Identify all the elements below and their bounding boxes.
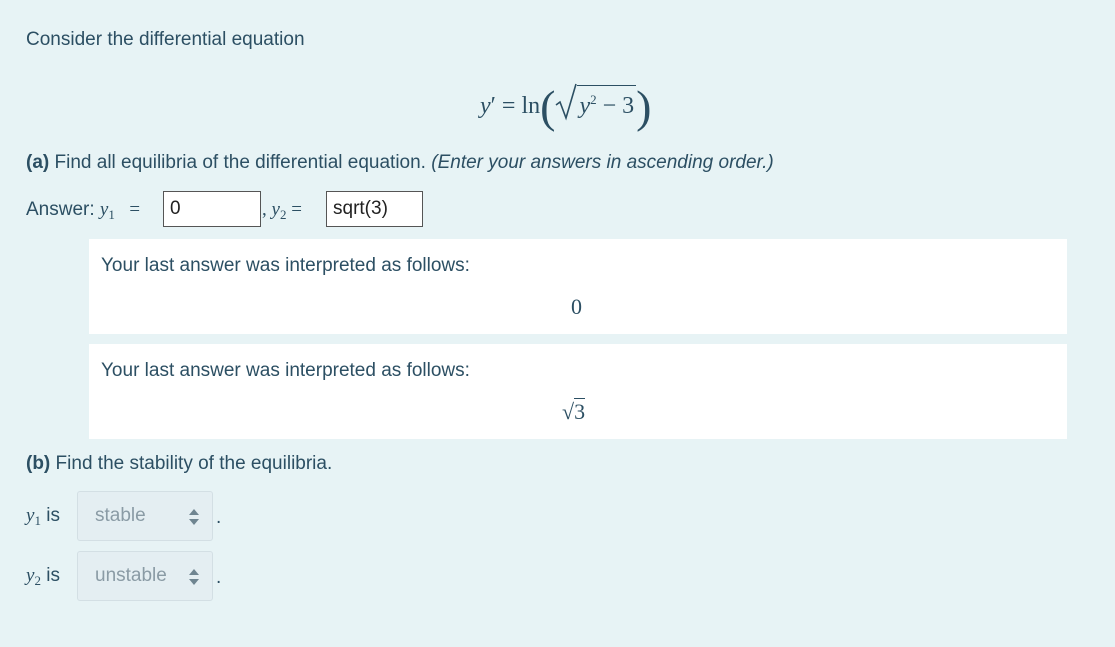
feedback-box-y1: Your last answer was interpreted as foll… <box>89 239 1067 334</box>
eq-equals: = <box>501 93 516 119</box>
selected-value: stable <box>95 505 146 526</box>
eq-lhs: y <box>480 93 491 119</box>
feedback-box-y2: Your last answer was interpreted as foll… <box>89 344 1067 439</box>
part-a-label: (a) <box>26 152 50 173</box>
radicand-var: y <box>579 93 591 119</box>
y2-input[interactable]: sqrt(3) <box>326 191 423 227</box>
interpreted-value: √3 <box>562 398 586 424</box>
updown-chevron-icon <box>189 569 199 585</box>
feedback-message: Your last answer was interpreted as foll… <box>101 360 470 381</box>
eq-prime: ′ <box>490 93 496 119</box>
part-b-text: Find the stability of the equilibria. <box>55 453 333 474</box>
stability-select-y2[interactable]: unstable <box>77 551 213 601</box>
differential-equation: y′ = ln(y2 − 3) <box>480 81 652 132</box>
sqrt-symbol: √ <box>562 399 575 424</box>
radicand-exp: 2 <box>590 92 597 107</box>
part-a-prompt: (a) Find all equilibria of the different… <box>26 152 774 174</box>
part-b-prompt: (b) Find the stability of the equilibria… <box>26 453 332 475</box>
answer-row: Answer: y1 = 0 , y2 = sqrt(3) <box>26 190 446 230</box>
feedback-message: Your last answer was interpreted as foll… <box>101 255 470 276</box>
question-intro: Consider the differential equation <box>26 29 305 50</box>
stability-select-y1[interactable]: stable <box>77 491 213 541</box>
answer-label: Answer: y1 = <box>26 199 141 222</box>
radical: y2 − 3 <box>555 83 637 121</box>
part-a-text: Find all equilibria of the differential … <box>54 152 426 173</box>
y1-input[interactable]: 0 <box>163 191 261 227</box>
interpreted-value: 0 <box>571 294 582 319</box>
selected-value: unstable <box>95 565 167 586</box>
y2-label: , y2 = <box>262 199 302 222</box>
radical-sign-icon <box>555 83 578 121</box>
part-a-hint: (Enter your answers in ascending order.) <box>431 152 774 173</box>
part-b-label: (b) <box>26 453 51 474</box>
updown-chevron-icon <box>189 509 199 525</box>
eq-func: ln <box>521 93 541 119</box>
radicand-rest: − 3 <box>602 93 635 119</box>
